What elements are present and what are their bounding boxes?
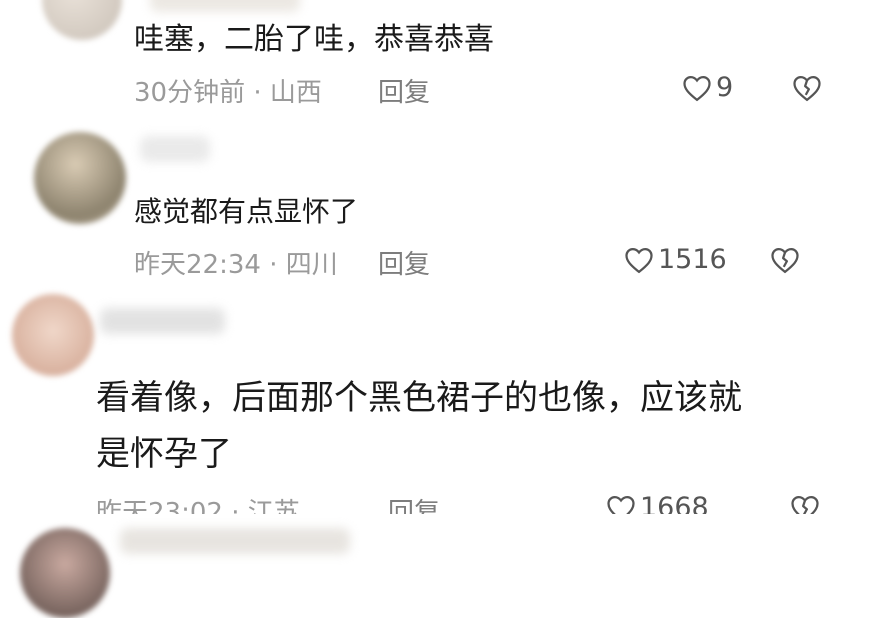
username-blurred [120, 528, 350, 554]
avatar[interactable] [20, 528, 110, 618]
username-blurred [150, 0, 300, 12]
broken-heart-icon [792, 74, 822, 102]
comment-text: 感觉都有点显怀了 [134, 195, 359, 228]
username-blurred [140, 136, 210, 162]
avatar[interactable] [12, 294, 94, 376]
heart-outline-icon [624, 246, 654, 274]
comment-location: 四川 [285, 250, 338, 280]
comment-location: 山西 [269, 78, 322, 108]
comment-meta: 30分钟前 · 山西 [134, 72, 322, 109]
comment-item: 看着像，后面那个黑色裙子的也像，应该就 是怀孕了 昨天23:02 · 江苏 回复… [0, 278, 869, 528]
like-button[interactable]: 1516 [624, 244, 727, 275]
comment-item-partial [0, 514, 869, 618]
like-button[interactable]: 9 [682, 72, 733, 103]
comment-text-line: 是怀孕了 [96, 434, 232, 474]
dislike-button[interactable] [792, 74, 822, 102]
comment-item: 感觉都有点显怀了 昨天22:34 · 四川 回复 1516 [0, 118, 869, 281]
meta-separator: · [245, 78, 270, 108]
reply-button[interactable]: 回复 [378, 244, 430, 281]
username-blurred [100, 308, 225, 334]
avatar[interactable] [34, 132, 126, 224]
comment-text-line: 看着像，后面那个黑色裙子的也像，应该就 [96, 378, 742, 418]
comment-meta: 昨天22:34 · 四川 [134, 244, 338, 281]
broken-heart-icon [770, 246, 800, 274]
dislike-button[interactable] [770, 246, 800, 274]
meta-separator: · [260, 250, 286, 280]
comment-text: 哇塞，二胎了哇，恭喜恭喜 [134, 22, 494, 57]
comment-time: 30分钟前 [134, 78, 246, 108]
comment-time: 昨天22:34 [134, 250, 261, 280]
like-count: 9 [716, 72, 734, 103]
comment-item: 哇塞，二胎了哇，恭喜恭喜 30分钟前 · 山西 回复 9 [0, 0, 869, 118]
avatar[interactable] [42, 0, 122, 40]
heart-outline-icon [682, 74, 712, 102]
like-count: 1516 [658, 244, 727, 275]
reply-button[interactable]: 回复 [378, 72, 430, 109]
